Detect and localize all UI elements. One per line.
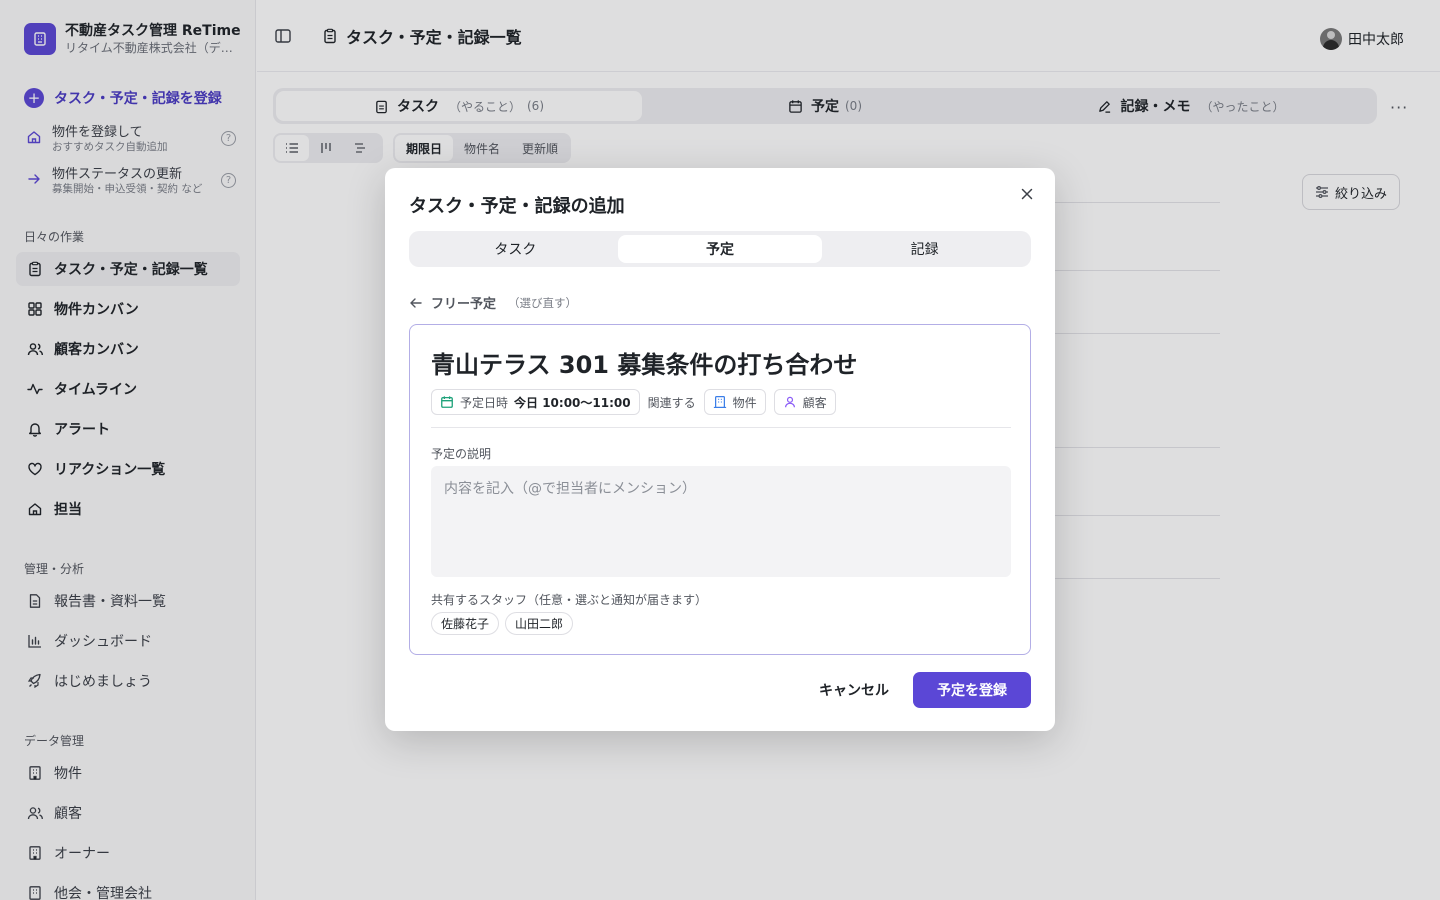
register-schedule-button[interactable]: 予定を登録 — [913, 672, 1031, 708]
datetime-key: 予定日時 — [460, 395, 509, 410]
event-title-input[interactable]: 青山テラス 301 募集条件の打ち合わせ — [431, 345, 857, 380]
segment-task[interactable]: タスク — [413, 235, 618, 263]
related-label: 関連する — [647, 395, 696, 410]
datetime-value: 今日 10:00〜11:00 — [514, 395, 631, 410]
back-to-template-link[interactable]: フリー予定 （選び直す） — [409, 293, 577, 312]
staff-chip[interactable]: 佐藤花子 — [431, 612, 500, 635]
property-chip-label: 物件 — [732, 395, 757, 410]
meta-chip-row: 予定日時 今日 10:00〜11:00 関連する 物件 顧客 — [431, 389, 836, 415]
datetime-chip[interactable]: 予定日時 今日 10:00〜11:00 — [431, 389, 640, 415]
shared-staff-label: 共有するスタッフ（任意・選ぶと通知が届きます） — [431, 593, 708, 607]
schedule-form-card: 青山テラス 301 募集条件の打ち合わせ 予定日時 今日 10:00〜11:00… — [409, 324, 1031, 655]
segment-schedule[interactable]: 予定 — [617, 235, 823, 263]
cancel-button[interactable]: キャンセル — [805, 672, 903, 708]
template-name: フリー予定 — [431, 297, 497, 312]
arrow-left-icon — [410, 297, 422, 308]
type-segmented-control: タスク 予定 記録 — [409, 231, 1031, 267]
description-textarea[interactable] — [431, 466, 1011, 577]
dialog-title: タスク・予定・記録の追加 — [409, 196, 625, 217]
reselect-hint: （選び直す） — [508, 295, 578, 310]
staff-chip-row: 佐藤花子 山田二郎 — [431, 612, 579, 635]
property-chip[interactable]: 物件 — [703, 389, 766, 415]
close-icon[interactable] — [1017, 184, 1037, 204]
segment-record[interactable]: 記録 — [822, 235, 1027, 263]
user-icon — [784, 396, 795, 408]
customer-chip-label: 顧客 — [802, 395, 827, 410]
divider — [431, 427, 1011, 428]
add-item-dialog: タスク・予定・記録の追加 タスク 予定 記録 フリー予定 （選び直す） 青山テラ… — [385, 168, 1055, 731]
customer-chip[interactable]: 顧客 — [773, 389, 836, 415]
staff-chip[interactable]: 山田二郎 — [505, 612, 574, 635]
calendar-icon — [441, 396, 453, 408]
description-label: 予定の説明 — [431, 447, 492, 461]
building-icon — [713, 395, 726, 409]
